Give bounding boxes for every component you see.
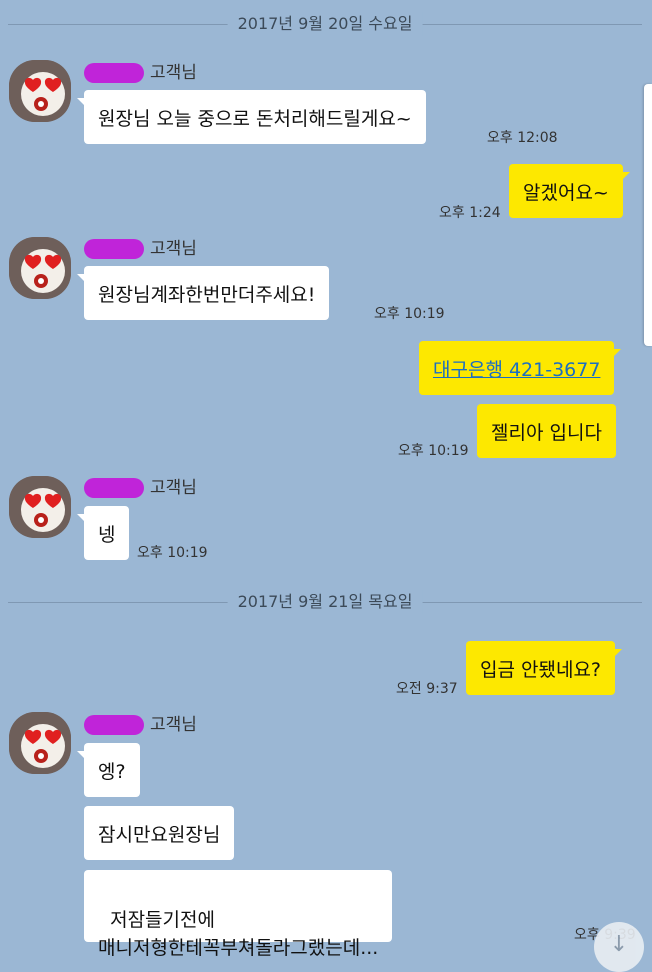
redaction-scribble <box>84 478 144 498</box>
heart-eyes-avatar-icon <box>9 712 71 774</box>
message-text: 저잠들기전에 매니저형한테꼭부쳐돌라그랬는데... <box>98 909 379 959</box>
message-bubble-outgoing[interactable]: 알겠어요~ <box>509 164 630 218</box>
avatar[interactable] <box>9 712 71 774</box>
heart-eyes-avatar-icon <box>9 237 71 299</box>
heart-eyes-avatar-icon <box>9 476 71 538</box>
scroll-down-button[interactable]: ↓ <box>594 922 644 972</box>
avatar[interactable] <box>9 476 71 538</box>
date-separator: 2017년 9월 21일 목요일 <box>8 590 642 614</box>
sender-name: 고객님 <box>84 236 197 262</box>
date-separator: 2017년 9월 20일 수요일 <box>8 12 642 36</box>
message-bubble-incoming[interactable]: 엥? <box>77 743 140 797</box>
redaction-scribble <box>84 63 144 83</box>
redaction-scribble <box>84 715 144 735</box>
sender-name: 고객님 <box>84 475 197 501</box>
sender-name: 고객님 <box>84 712 197 738</box>
message-text: 원장님 오늘 중으로 돈처리해드릴게요~ <box>98 107 412 130</box>
message-bubble-outgoing[interactable]: 입금 안됐네요? <box>466 641 623 695</box>
message-text: 엥? <box>98 760 126 783</box>
scrollbar-handle[interactable] <box>644 84 652 346</box>
arrow-down-icon: ↓ <box>609 932 629 957</box>
message-bubble-incoming[interactable]: 잠시만요원장님 <box>84 806 235 860</box>
message-bubble-outgoing[interactable]: 젤리아 입니다 <box>477 404 616 458</box>
message-bubble-incoming[interactable]: 원장님계좌한번만더주세요! <box>76 266 330 320</box>
message-bubble-incoming[interactable]: 저잠들기전에 매니저형한테꼭부쳐돌라그랬는데... <box>84 870 393 959</box>
message-time: 오후 10:19 <box>374 306 445 322</box>
message-text: 알겠어요~ <box>523 181 609 204</box>
message-text: 넹 <box>98 523 116 546</box>
heart-eyes-avatar-icon <box>9 60 71 122</box>
date-label: 2017년 9월 20일 수요일 <box>227 12 423 36</box>
avatar[interactable] <box>9 237 71 299</box>
message-time: 오후 12:08 <box>487 130 558 146</box>
message-bubble-incoming[interactable]: 원장님 오늘 중으로 돈처리해드릴게요~ <box>77 90 426 144</box>
avatar[interactable] <box>9 60 71 122</box>
message-bubble-incoming[interactable]: 넹 <box>76 506 130 560</box>
redaction-scribble <box>84 239 144 259</box>
message-time: 오후 1:24 <box>439 205 501 221</box>
account-link[interactable]: 대구은행 421-3677 <box>433 355 600 382</box>
message-text: 입금 안됐네요? <box>480 658 602 681</box>
message-text: 젤리아 입니다 <box>491 421 602 444</box>
sender-name: 고객님 <box>84 60 197 86</box>
message-time: 오전 9:37 <box>396 681 458 697</box>
date-label: 2017년 9월 21일 목요일 <box>227 590 423 614</box>
message-text: 원장님계좌한번만더주세요! <box>98 283 316 306</box>
message-bubble-outgoing[interactable]: 대구은행 421-3677 <box>419 341 622 395</box>
message-time: 오후 10:19 <box>398 443 469 459</box>
message-text: 잠시만요원장님 <box>98 823 221 846</box>
message-time: 오후 10:19 <box>137 545 208 561</box>
